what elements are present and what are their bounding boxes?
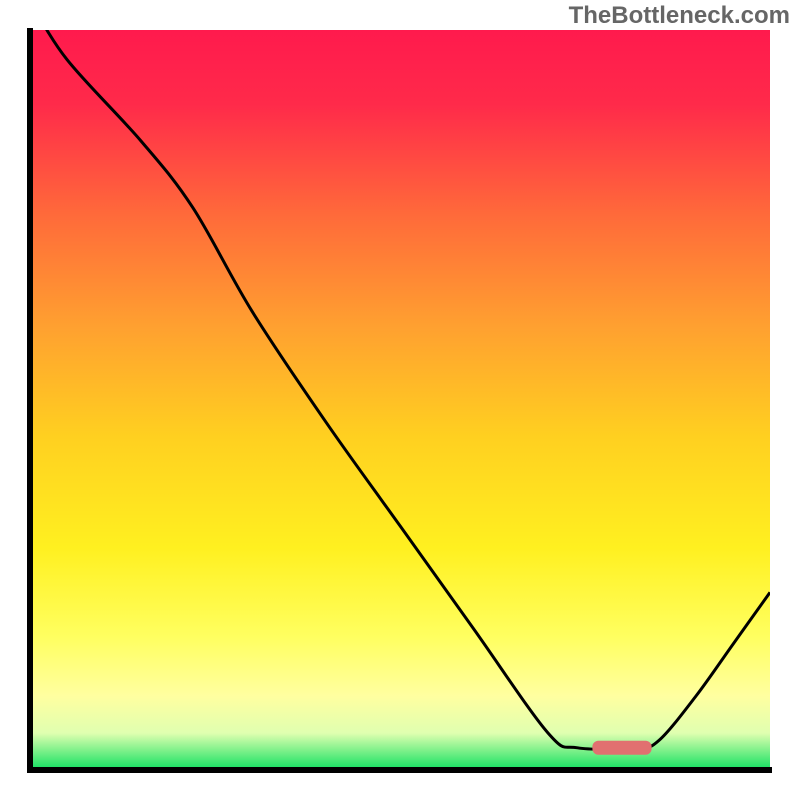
- bottleneck-chart: [0, 0, 800, 800]
- optimal-marker: [592, 741, 651, 755]
- watermark-text: TheBottleneck.com: [569, 2, 790, 30]
- chart-container: TheBottleneck.com: [0, 0, 800, 800]
